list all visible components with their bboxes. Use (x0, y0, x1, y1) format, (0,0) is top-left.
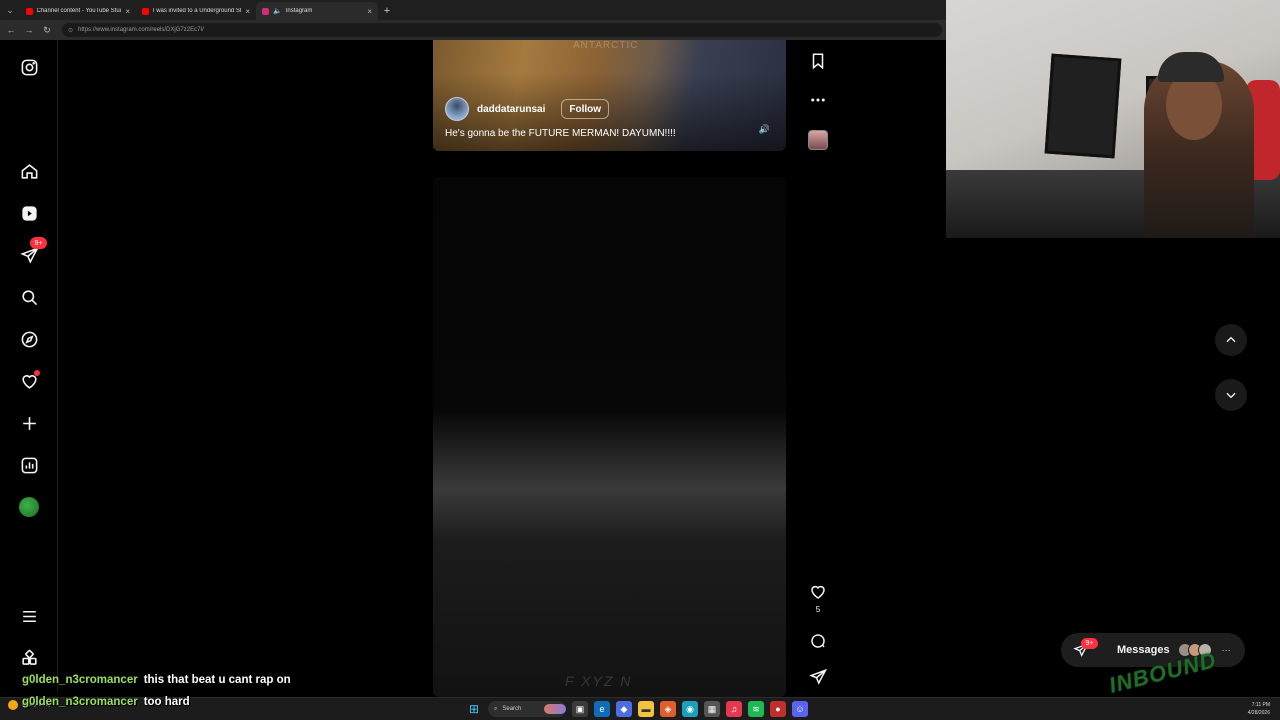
tab-list-chevron-icon[interactable]: ⌄ (0, 0, 20, 20)
instagram-logo-icon[interactable] (17, 55, 41, 79)
obs-recording-icon[interactable]: ● (770, 701, 786, 717)
windows-start-icon[interactable]: ⊞ (466, 701, 482, 717)
instagram-favicon-icon (262, 7, 269, 15)
dashboard-chart-icon[interactable] (17, 453, 41, 477)
save-bookmark-icon[interactable] (808, 51, 828, 71)
webcam-overlay (946, 0, 1280, 238)
store-icon[interactable]: ▦ (704, 701, 720, 717)
music-app-icon[interactable]: ♫ (726, 701, 742, 717)
taskbar-search[interactable]: ⌕ Search (488, 701, 566, 717)
tab-instagram[interactable]: 🔈 Instagram × (256, 2, 378, 20)
video-watermark: F XYZ N (565, 673, 633, 689)
chevron-down-icon (1226, 392, 1236, 399)
like-heart-icon[interactable] (808, 582, 828, 602)
browser-toolbar: ← → ↻ ⊙ https://www.instagram.com/reels/… (0, 20, 946, 40)
tab-youtube-studio[interactable]: Channel content - YouTube Studio × (20, 2, 136, 20)
like-count: 5 (815, 605, 821, 614)
chat-text: this that beat u cant rap on (143, 674, 291, 686)
taskbar-apps: ⊞ ⌕ Search ▣ e ◆ ▬ ◈ ◉ ▦ ♫ ≋ ● ☺ (466, 701, 808, 717)
forward-arrow-icon[interactable]: → (22, 23, 36, 37)
follow-button[interactable]: Follow (561, 99, 610, 119)
back-arrow-icon[interactable]: ← (4, 23, 18, 37)
address-bar[interactable]: ⊙ https://www.instagram.com/reels/DXjG7z… (62, 23, 942, 37)
task-view-icon[interactable]: ▣ (572, 701, 588, 717)
chat-username: g0lden_n3cromancer (22, 674, 138, 686)
screen: ⌄ Channel content - YouTube Studio × I w… (0, 0, 1280, 720)
reload-icon[interactable]: ↻ (40, 23, 54, 37)
clock-time: 7:11 PM (1251, 702, 1270, 708)
close-tab-icon[interactable]: × (245, 7, 250, 16)
instagram-sidebar: 9+ (0, 40, 58, 692)
comment-icon[interactable] (808, 631, 828, 651)
spotify-icon[interactable]: ≋ (748, 701, 764, 717)
notification-badge: 9+ (30, 237, 47, 249)
messages-badge: 9+ (1081, 638, 1098, 649)
chat-username: g0lden_n3cromancer (22, 696, 138, 708)
reel-caption: He's gonna be the FUTURE MERMAN! DAYUMN!… (445, 128, 676, 139)
previous-reel-video[interactable]: ANTARCTIC daddatarunsai Follow He's gonn… (433, 40, 786, 151)
url-text: https://www.instagram.com/reels/DXjG7z2E… (78, 27, 204, 33)
search-icon: ⌕ (494, 705, 498, 712)
chevron-up-icon (1226, 336, 1236, 343)
new-activity-dot (34, 370, 40, 376)
next-reel-button[interactable] (1215, 379, 1247, 411)
tab-youtube-video[interactable]: I was invited to a Underground Sh × (136, 2, 256, 20)
browser-tab-bar: ⌄ Channel content - YouTube Studio × I w… (0, 0, 946, 20)
video-overlay-text: ANTARCTIC (573, 40, 639, 51)
also-from-meta-icon[interactable] (17, 646, 41, 670)
close-tab-icon[interactable]: × (367, 7, 372, 16)
explore-compass-icon[interactable] (17, 327, 41, 351)
tab-title: I was invited to a Underground Sh (152, 8, 242, 14)
windows-taskbar: Mostly sunny ⊞ ⌕ Search ▣ e ◆ ▬ ◈ ◉ ▦ ♫ … (0, 697, 1280, 720)
messages-label: Messages (1117, 644, 1170, 656)
sun-icon (8, 700, 18, 710)
speaker-icon: 🔈 (273, 8, 282, 15)
brave-browser-icon[interactable]: ◈ (660, 701, 676, 717)
profile-avatar[interactable] (17, 495, 41, 519)
chat-message: g0lden_n3cromancer too hard (22, 696, 190, 708)
create-plus-icon[interactable] (17, 411, 41, 435)
more-options-icon[interactable] (808, 90, 828, 110)
search-label: Search (502, 706, 522, 712)
copilot-icon[interactable]: ◆ (616, 701, 632, 717)
edge-browser-icon[interactable]: e (594, 701, 610, 717)
file-explorer-icon[interactable]: ▬ (638, 701, 654, 717)
avatar (19, 497, 39, 517)
author-username[interactable]: daddatarunsai (477, 104, 545, 115)
system-clock[interactable]: 7:11 PM 4/28/2026 (1248, 701, 1270, 717)
more-dots-icon: ··· (1221, 645, 1231, 655)
discord-icon[interactable]: ☺ (792, 701, 808, 717)
clock-date: 4/28/2026 (1247, 710, 1270, 716)
reels-icon[interactable] (17, 201, 41, 225)
youtube-favicon-icon (142, 7, 149, 15)
close-tab-icon[interactable]: × (125, 7, 130, 16)
notifications-heart-icon[interactable] (17, 369, 41, 393)
share-send-icon[interactable] (808, 667, 828, 687)
site-info-icon[interactable]: ⊙ (68, 27, 73, 34)
search-icon[interactable] (17, 285, 41, 309)
chrome-browser-icon[interactable]: ◉ (682, 701, 698, 717)
chat-message: g0lden_n3cromancer this that beat u cant … (22, 674, 291, 686)
direct-messages-icon[interactable]: 9+ (17, 237, 47, 267)
reel-author: daddatarunsai Follow (445, 97, 610, 121)
tab-title: Channel content - YouTube Studio (36, 8, 122, 14)
volume-icon[interactable]: 🔊 (759, 124, 770, 135)
chat-text: too hard (143, 696, 190, 708)
home-icon[interactable] (17, 159, 41, 183)
new-tab-button[interactable]: + (378, 2, 396, 20)
original-audio-thumbnail[interactable] (808, 130, 828, 150)
tab-title: Instagram (285, 8, 313, 14)
author-avatar[interactable] (445, 97, 469, 121)
more-menu-icon[interactable] (17, 604, 41, 628)
previous-reel-button[interactable] (1215, 324, 1247, 356)
youtube-favicon-icon (26, 7, 33, 15)
current-reel-video[interactable]: F XYZ N (433, 177, 786, 697)
